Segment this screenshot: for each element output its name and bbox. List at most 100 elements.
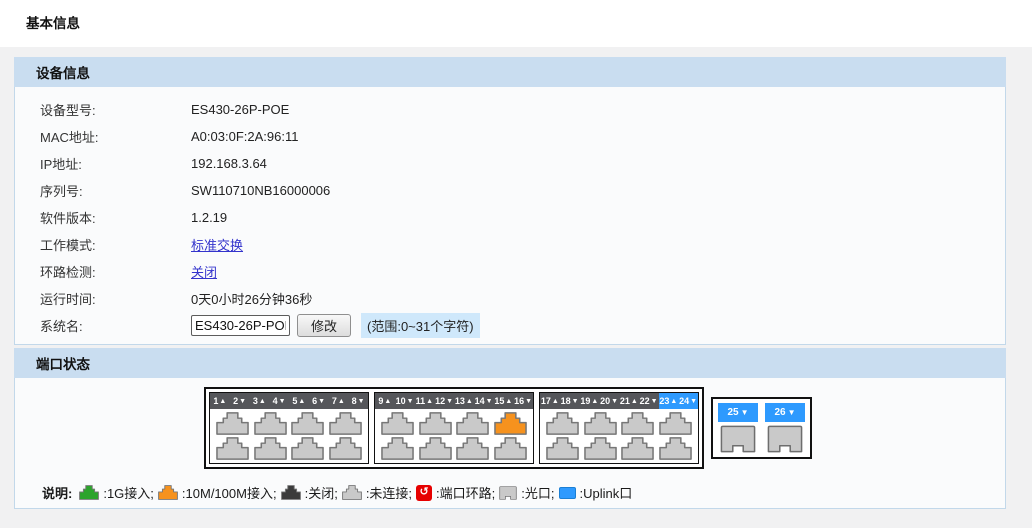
port-11-rj45-icon bbox=[419, 412, 452, 435]
software-version-value: 1.2.19 bbox=[191, 210, 227, 225]
port-16-rj45-icon bbox=[494, 437, 527, 460]
port-6-rj45-icon bbox=[291, 437, 324, 460]
port-11-number: 11 bbox=[416, 396, 426, 406]
port-16-shape bbox=[494, 437, 527, 460]
port-5-arrow-icon: ▲ bbox=[298, 398, 305, 405]
port-row-bottom bbox=[377, 437, 531, 460]
sfp-port-panel: 25▼26▼ bbox=[711, 397, 812, 459]
port-20-number: 20 bbox=[600, 396, 610, 406]
info-row-software-version: 软件版本:1.2.19 bbox=[15, 204, 1005, 231]
port-22-header-label: 22▼ bbox=[639, 393, 659, 409]
port-10-rj45-icon bbox=[381, 437, 414, 460]
legend-uplink-icon bbox=[559, 487, 576, 499]
port-group-2-grid bbox=[375, 409, 533, 463]
uptime-value: 0天0小时26分钟36秒 bbox=[191, 289, 312, 308]
modify-button[interactable]: 修改 bbox=[297, 314, 351, 337]
port-21-shape bbox=[621, 412, 654, 435]
port-7-shape bbox=[329, 412, 362, 435]
port-2-shape bbox=[216, 437, 249, 460]
device-info-rows: 设备型号:ES430-26P-POEMAC地址:A0:03:0F:2A:96:1… bbox=[15, 96, 1005, 312]
legend-port-loop-text: :端口环路; bbox=[436, 483, 495, 502]
device-info-header: 设备信息 bbox=[14, 57, 1006, 87]
port-14-header-label: 14▼ bbox=[474, 393, 494, 409]
port-9-arrow-icon: ▲ bbox=[384, 398, 391, 405]
port-1-shape bbox=[216, 412, 249, 435]
info-row-device-model: 设备型号:ES430-26P-POE bbox=[15, 96, 1005, 123]
port-status-header: 端口状态 bbox=[14, 348, 1006, 378]
port-8-number: 8 bbox=[352, 396, 357, 406]
legend-100m-access-text: :10M/100M接入; bbox=[182, 483, 277, 502]
sfp-port-25: 25▼ bbox=[718, 403, 758, 453]
page: 基本信息 设备信息 设备型号:ES430-26P-POEMAC地址:A0:03:… bbox=[0, 0, 1032, 528]
port-17-rj45-icon bbox=[546, 412, 579, 435]
port-19-rj45-icon bbox=[584, 412, 617, 435]
port-10-shape bbox=[381, 437, 414, 460]
port-17-shape bbox=[546, 412, 579, 435]
device-info-section: 设备信息 设备型号:ES430-26P-POEMAC地址:A0:03:0F:2A… bbox=[14, 57, 1006, 345]
mac-address-label: MAC地址: bbox=[15, 127, 191, 146]
port-19-arrow-icon: ▲ bbox=[591, 398, 598, 405]
legend-unconnected-text: :未连接; bbox=[366, 483, 412, 502]
port-12-number: 12 bbox=[435, 396, 445, 406]
system-name-label: 系统名: bbox=[15, 316, 191, 335]
port-group-3: 17▲18▼19▲20▼21▲22▼23▲24▼ bbox=[539, 392, 699, 464]
device-model-label: 设备型号: bbox=[15, 100, 191, 119]
port-25-shape bbox=[720, 425, 756, 453]
port-25-number: 25 bbox=[727, 407, 738, 418]
port-7-number: 7 bbox=[332, 396, 337, 406]
port-11-header-label: 11▲ bbox=[415, 393, 435, 409]
switch-faceplate: 1▲2▼3▲4▼5▲6▼7▲8▼9▲10▼11▲12▼13▲14▼15▲16▼1… bbox=[15, 378, 1005, 469]
port-13-header-label: 13▲ bbox=[454, 393, 474, 409]
legend-100m-access-rj45-icon bbox=[158, 485, 178, 500]
system-name-input[interactable] bbox=[191, 315, 290, 336]
port-group-2-header: 9▲10▼11▲12▼13▲14▼15▲16▼ bbox=[375, 393, 533, 409]
port-9-rj45-icon bbox=[381, 412, 414, 435]
loop-detect-link[interactable]: 关闭 bbox=[191, 262, 217, 281]
port-18-rj45-icon bbox=[546, 437, 579, 460]
port-status-section: 端口状态 1▲2▼3▲4▼5▲6▼7▲8▼9▲10▼11▲12▼13▲14▼15… bbox=[14, 348, 1006, 509]
info-row-uptime: 运行时间:0天0小时26分钟36秒 bbox=[15, 285, 1005, 312]
port-23-rj45-icon bbox=[659, 412, 692, 435]
port-6-shape bbox=[291, 437, 324, 460]
port-22-arrow-icon: ▼ bbox=[651, 398, 658, 405]
port-14-number: 14 bbox=[475, 396, 485, 406]
legend-unconnected-rj45-icon bbox=[342, 485, 362, 500]
port-24-rj45-icon bbox=[659, 437, 692, 460]
port-16-number: 16 bbox=[514, 396, 524, 406]
port-22-shape bbox=[621, 437, 654, 460]
port-21-header-label: 21▲ bbox=[619, 393, 639, 409]
port-12-arrow-icon: ▼ bbox=[446, 398, 453, 405]
legend-fiber-sfp-icon bbox=[499, 486, 517, 500]
port-status-body: 1▲2▼3▲4▼5▲6▼7▲8▼9▲10▼11▲12▼13▲14▼15▲16▼1… bbox=[14, 378, 1006, 509]
port-13-number: 13 bbox=[455, 396, 465, 406]
port-group-3-grid bbox=[540, 409, 698, 463]
port-15-arrow-icon: ▲ bbox=[505, 398, 512, 405]
port-10-header-label: 10▼ bbox=[395, 393, 415, 409]
port-group-2: 9▲10▼11▲12▼13▲14▼15▲16▼ bbox=[374, 392, 534, 464]
ip-address-value: 192.168.3.64 bbox=[191, 156, 267, 171]
port-2-rj45-icon bbox=[216, 437, 249, 460]
loop-detect-label: 环路检测: bbox=[15, 262, 191, 281]
port-3-number: 3 bbox=[253, 396, 258, 406]
port-5-header-label: 5▲ bbox=[289, 393, 309, 409]
info-row-work-mode: 工作模式:标准交换 bbox=[15, 231, 1005, 258]
port-23-arrow-icon: ▲ bbox=[670, 398, 677, 405]
port-group-1-header: 1▲2▼3▲4▼5▲6▼7▲8▼ bbox=[210, 393, 368, 409]
port-6-number: 6 bbox=[312, 396, 317, 406]
work-mode-link[interactable]: 标准交换 bbox=[191, 235, 243, 254]
port-21-number: 21 bbox=[620, 396, 630, 406]
legend-item-closed: :关闭; bbox=[281, 483, 338, 502]
port-group-1: 1▲2▼3▲4▼5▲6▼7▲8▼ bbox=[209, 392, 369, 464]
port-15-number: 15 bbox=[494, 396, 504, 406]
port-row-top bbox=[542, 412, 696, 435]
legend-item-unconnected: :未连接; bbox=[342, 483, 412, 502]
port-13-arrow-icon: ▲ bbox=[466, 398, 473, 405]
uptime-label: 运行时间: bbox=[15, 289, 191, 308]
port-15-header-label: 15▲ bbox=[494, 393, 514, 409]
page-title: 基本信息 bbox=[26, 16, 80, 31]
port-26-number: 26 bbox=[774, 407, 785, 418]
legend-label: 说明: bbox=[42, 483, 72, 502]
port-16-arrow-icon: ▼ bbox=[525, 398, 532, 405]
port-row-bottom bbox=[212, 437, 366, 460]
port-4-header-label: 4▼ bbox=[269, 393, 289, 409]
